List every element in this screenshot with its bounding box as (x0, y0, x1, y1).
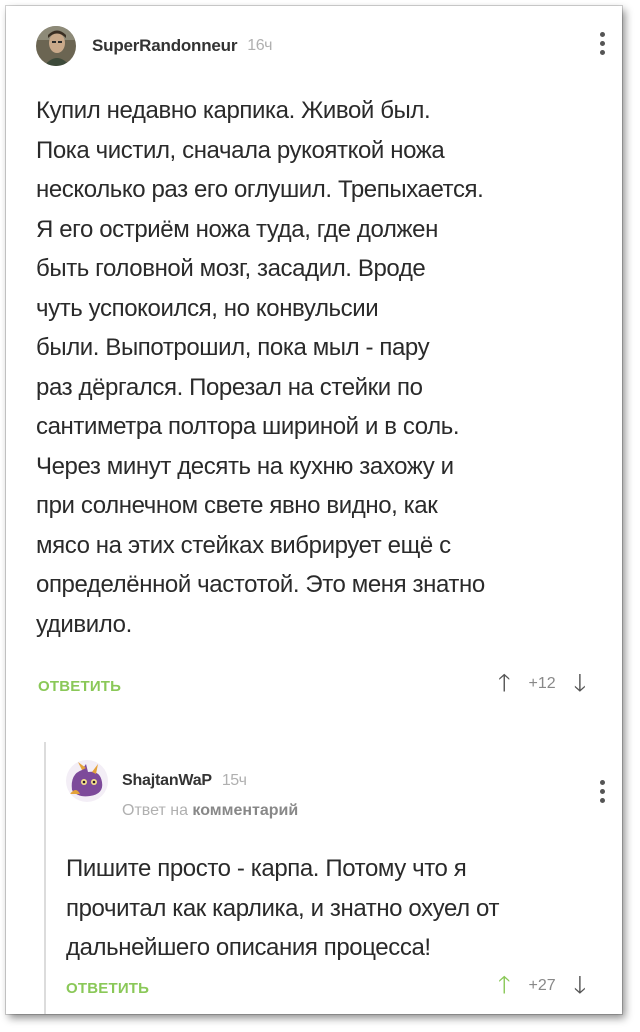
comment-text-line: Через минут десять на кухню захожу и (36, 452, 454, 480)
comment-time: 16ч (247, 37, 272, 54)
reply-text-line: дальнейшего описания процесса! (66, 934, 431, 961)
reply-button[interactable]: ОТВЕТИТЬ (38, 678, 121, 695)
comment-text-line: были. Выпотрошил, пока мыл - пару (36, 334, 430, 361)
reply-rating: +27 (528, 977, 556, 994)
comment-text-line: удивило. (36, 610, 132, 638)
comment-text-line: раз дёргался. Порезал на стейки по (36, 373, 423, 401)
comment-username[interactable]: SuperRandonneur (92, 36, 237, 56)
reply-to-label: Ответ на комментарий (122, 802, 298, 820)
reply-username[interactable]: ShajtanWaP (122, 772, 212, 790)
comment-text: Купил недавно карпика. Живой был. Пока чи… (36, 91, 485, 644)
reply-to-link[interactable]: комментарий (192, 802, 298, 819)
arrow-down-icon[interactable]: 🡓 (574, 672, 586, 696)
comment-header: SuperRandonneur 16ч (36, 26, 272, 66)
reply-vote-controls: 🡑 +27 🡓 (498, 974, 586, 998)
screenshot-frame: SuperRandonneur 16ч Купил недавно карпик… (6, 6, 622, 1014)
more-vertical-icon[interactable] (596, 30, 608, 57)
comment-text-line: определённой частотой. Это меня знатно (36, 571, 485, 598)
reply-button[interactable]: ОТВЕТИТЬ (66, 980, 149, 997)
more-vertical-icon[interactable] (596, 778, 608, 805)
arrow-up-icon[interactable]: 🡑 (498, 974, 510, 998)
comment-text-line: мясо на этих стейках вибрирует ещё с (36, 531, 451, 559)
comment-vote-controls: 🡑 +12 🡓 (498, 672, 586, 696)
reply-text: Пишите просто - карпа. Потому что я прочи… (66, 849, 499, 968)
arrow-down-icon[interactable]: 🡓 (574, 974, 586, 998)
comment-text-line: Пока чистил, сначала рукояткой ножа (36, 136, 445, 164)
reply-text-line: Пишите просто - карпа. Потому что я (66, 855, 467, 882)
reply-to-prefix: Ответ на (122, 802, 188, 819)
reply-time: 15ч (221, 772, 247, 789)
comment-text-line: Купил недавно карпика. Живой был. (36, 97, 431, 124)
comment-text-line: несколько раз его оглушил. Трепыхается. (36, 176, 484, 203)
reply-header: ShajtanWaP 15ч (66, 760, 247, 802)
reply-meta: ShajtanWaP 15ч (122, 772, 247, 790)
comment-text-line: при солнечном свете явно видно, как (36, 492, 438, 519)
avatar[interactable] (36, 26, 76, 66)
reply-text-line: прочитал как карлика, и знатно охуел от (66, 894, 500, 922)
comment-text-line: сантиметра полтора шириной и в соль. (36, 413, 460, 440)
arrow-up-icon[interactable]: 🡑 (498, 672, 510, 696)
comment-text-line: Я его остриём ножа туда, где должен (36, 215, 438, 243)
comment-rating: +12 (528, 675, 556, 692)
comment-text-line: чуть успокоился, но конвульсии (36, 294, 379, 322)
comment-text-line: быть головной мозг, засадил. Вроде (36, 255, 426, 282)
thread-line (44, 742, 46, 1014)
avatar[interactable] (66, 760, 108, 802)
